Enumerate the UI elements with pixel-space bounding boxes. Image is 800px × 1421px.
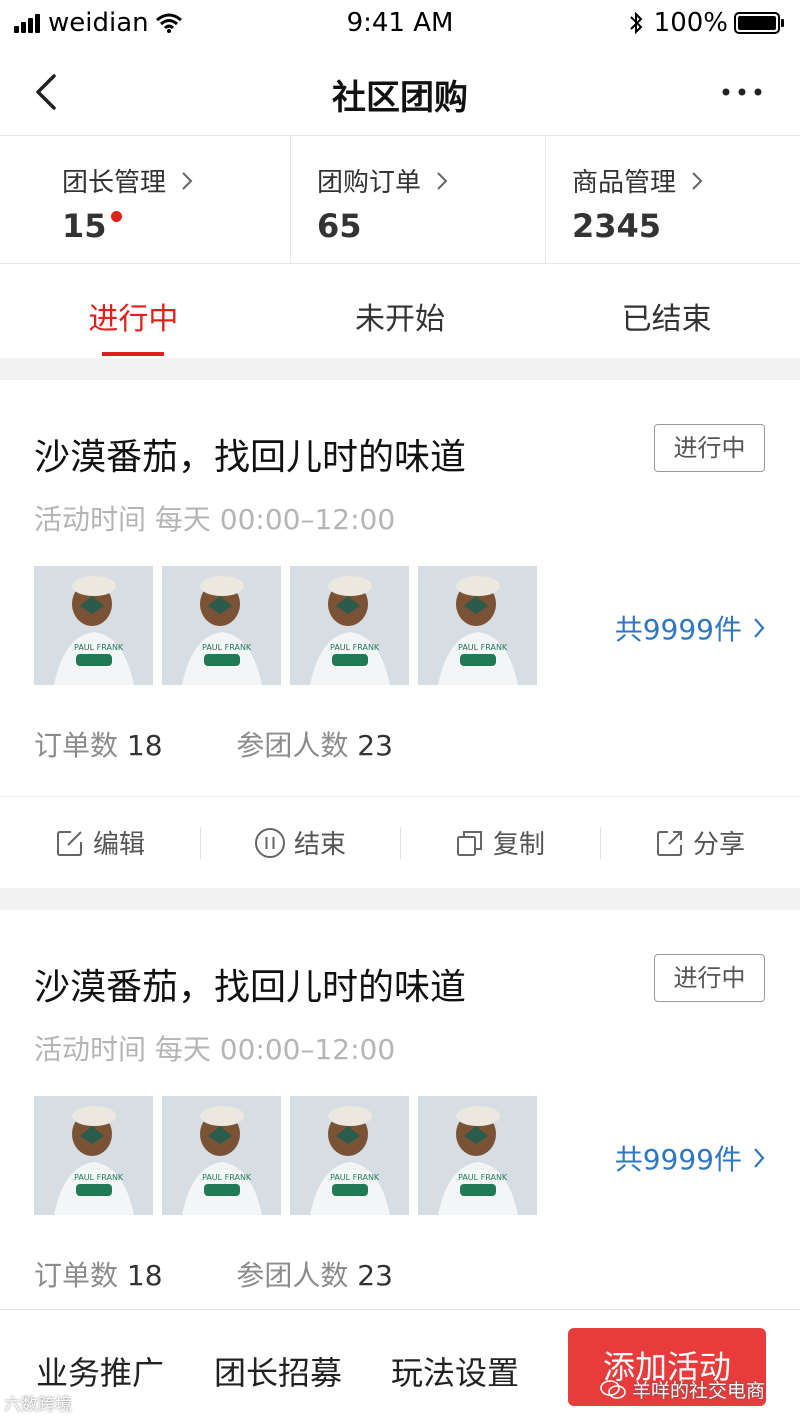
stat-label: 团购订单 (317, 168, 422, 198)
orders-value: 18 (126, 1259, 163, 1292)
members-value: 23 (357, 1259, 393, 1292)
end-label: 结束 (293, 830, 346, 860)
svg-text:PAUL FRANK: PAUL FRANK (202, 643, 252, 652)
stat-product-management[interactable]: 商品管理 2345 (545, 136, 800, 263)
stat-label: 商品管理 (572, 168, 677, 198)
tab-label: 未开始 (355, 302, 445, 337)
svg-text:PAUL FRANK: PAUL FRANK (74, 643, 124, 652)
copy-icon (456, 830, 482, 856)
chevron-right-icon (754, 1148, 765, 1168)
product-thumbnail[interactable]: PAUL FRANK (418, 1096, 537, 1215)
leader-recruit-button[interactable]: 团长招募 (214, 1348, 342, 1394)
status-badge: 进行中 (654, 424, 765, 472)
notification-dot (110, 211, 122, 222)
watermark-right-text: 羊咩的社交电商 (632, 1380, 766, 1402)
item-count-link[interactable]: 共9999件 (615, 1138, 766, 1178)
stat-label: 团长管理 (62, 168, 167, 198)
promotion-button[interactable]: 业务推广 (36, 1348, 164, 1394)
stat-value: 15 (62, 207, 107, 245)
end-button[interactable]: 结束 (200, 797, 400, 888)
chevron-right-icon (437, 171, 448, 190)
edit-icon (56, 830, 82, 856)
product-thumbnail[interactable]: PAUL FRANK (418, 566, 537, 685)
share-button[interactable]: 分享 (600, 797, 800, 888)
product-thumbnail[interactable]: PAUL FRANK (290, 1096, 409, 1215)
tab-in-progress[interactable]: 进行中 (0, 264, 267, 358)
svg-text:PAUL FRANK: PAUL FRANK (330, 643, 380, 652)
stat-value: 2345 (572, 207, 662, 245)
stat-value: 65 (317, 207, 362, 245)
members-label: 参团人数 (236, 1259, 349, 1292)
activity-title: 沙漠番茄，找回儿时的味道 (34, 967, 467, 1008)
rules-settings-button[interactable]: 玩法设置 (391, 1348, 519, 1394)
svg-text:PAUL FRANK: PAUL FRANK (202, 1173, 252, 1182)
members-value: 23 (357, 729, 393, 762)
item-count-link[interactable]: 共9999件 (615, 608, 766, 648)
chevron-right-icon (692, 171, 703, 190)
activity-metrics: 订单数 18 参团人数 23 (34, 724, 393, 764)
product-thumbnails: PAUL FRANK PAUL FRANK PAUL FRANK PAUL FR… (34, 566, 546, 685)
stat-group-orders[interactable]: 团购订单 65 (290, 136, 545, 263)
svg-text:PAUL FRANK: PAUL FRANK (74, 1173, 124, 1182)
nav-bar: 社区团购 (0, 48, 800, 136)
pause-circle-icon (254, 827, 285, 858)
product-thumbnails: PAUL FRANK PAUL FRANK PAUL FRANK PAUL FR… (34, 1096, 546, 1215)
chevron-right-icon (754, 618, 765, 638)
wechat-icon (600, 1379, 626, 1399)
tab-label: 已结束 (621, 302, 712, 337)
more-icon[interactable] (720, 78, 764, 106)
bottom-action-bar: 业务推广 团长招募 玩法设置 添加活动 (0, 1309, 800, 1421)
battery: 100% (628, 8, 786, 38)
share-label: 分享 (692, 830, 745, 860)
chevron-right-icon (182, 171, 193, 190)
activity-card[interactable]: 沙漠番茄，找回儿时的味道 进行中 活动时间 每天 00:00–12:00 PAU… (0, 910, 800, 1330)
share-icon (656, 830, 682, 856)
status-badge: 进行中 (654, 954, 765, 1002)
active-tab-indicator (102, 352, 165, 356)
tab-not-started[interactable]: 未开始 (267, 264, 534, 358)
watermark-left: 六数跨境 (4, 1395, 72, 1415)
product-thumbnail[interactable]: PAUL FRANK (34, 566, 153, 685)
orders-label: 订单数 (34, 729, 119, 762)
activity-title: 沙漠番茄，找回儿时的味道 (34, 437, 467, 478)
item-count-label: 共9999件 (614, 613, 742, 646)
item-count-label: 共9999件 (614, 1143, 742, 1176)
activity-metrics: 订单数 18 参团人数 23 (34, 1254, 393, 1294)
product-thumbnail[interactable]: PAUL FRANK (162, 566, 281, 685)
orders-value: 18 (126, 729, 163, 762)
stat-leader-management[interactable]: 团长管理 15 (0, 136, 290, 263)
tab-ended[interactable]: 已结束 (533, 264, 800, 358)
activity-time: 活动时间 每天 00:00–12:00 (34, 503, 396, 536)
edit-label: 编辑 (92, 830, 145, 860)
product-thumbnail[interactable]: PAUL FRANK (162, 1096, 281, 1215)
status-tabs: 进行中 未开始 已结束 (0, 264, 800, 358)
battery-icon (734, 12, 784, 34)
members-label: 参团人数 (236, 729, 349, 762)
copy-label: 复制 (492, 830, 545, 860)
copy-button[interactable]: 复制 (400, 797, 600, 888)
activity-card[interactable]: 沙漠番茄，找回儿时的味道 进行中 活动时间 每天 00:00–12:00 PAU… (0, 380, 800, 888)
battery-percent: 100% (653, 8, 728, 38)
bluetooth-icon (629, 11, 643, 35)
product-thumbnail[interactable]: PAUL FRANK (34, 1096, 153, 1215)
product-thumbnail[interactable]: PAUL FRANK (290, 566, 409, 685)
svg-text:PAUL FRANK: PAUL FRANK (330, 1173, 380, 1182)
orders-label: 订单数 (34, 1259, 119, 1292)
page-title: 社区团购 (332, 78, 468, 118)
svg-text:PAUL FRANK: PAUL FRANK (458, 1173, 508, 1182)
tab-label: 进行中 (88, 302, 179, 337)
svg-text:PAUL FRANK: PAUL FRANK (458, 643, 508, 652)
stats-panel: 团长管理 15 团购订单 65 商品管理 2345 (0, 136, 800, 264)
edit-button[interactable]: 编辑 (0, 797, 200, 888)
status-bar: weidian 9:41 AM 100% (0, 0, 800, 48)
activity-time: 活动时间 每天 00:00–12:00 (34, 1033, 396, 1066)
card-actions: 编辑 结束 复制 分享 (0, 796, 800, 888)
watermark-right: 羊咩的社交电商 (600, 1376, 765, 1403)
